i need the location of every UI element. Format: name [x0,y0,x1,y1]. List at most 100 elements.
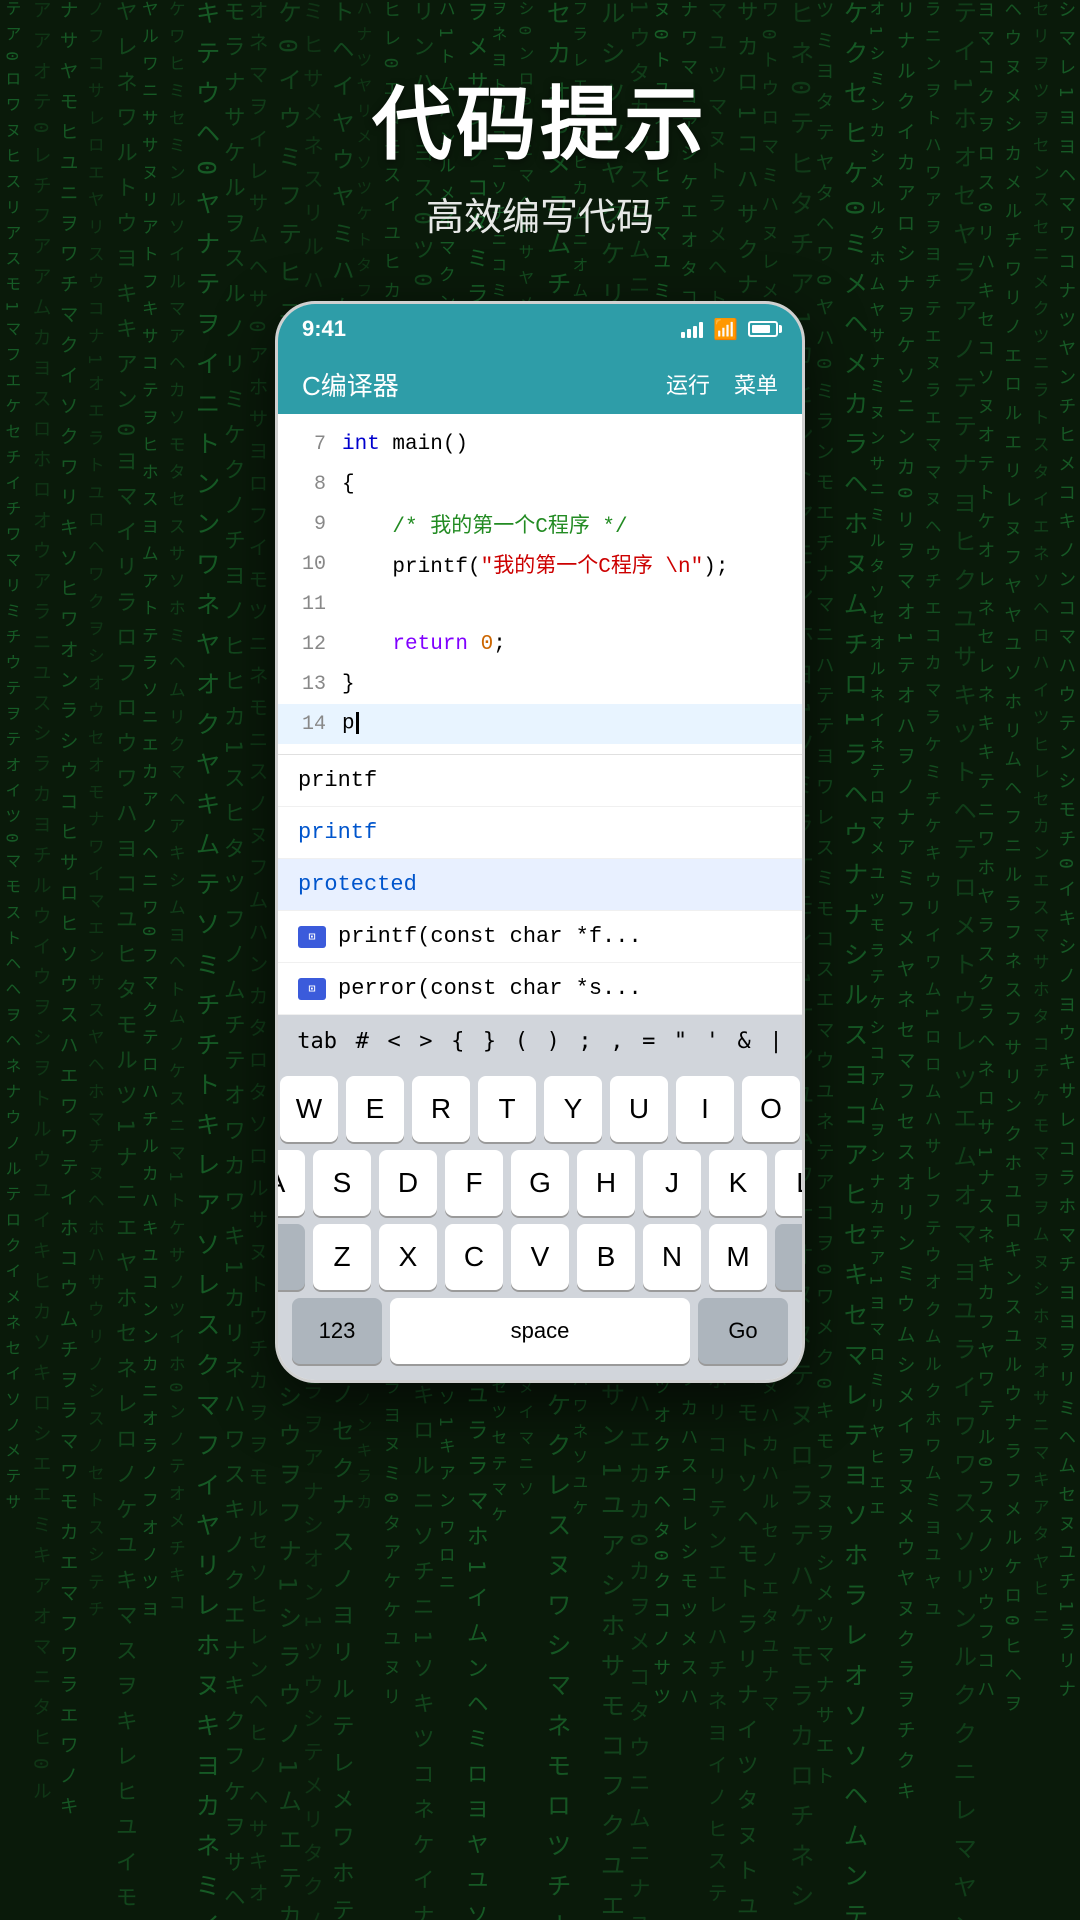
key-S[interactable]: S [313,1150,371,1216]
code-content-9: /* 我的第一个C程序 */ [342,509,794,539]
extra-keys-row: tab # < > { } ( ) ; , = " ' & | [278,1015,802,1068]
numbers-key[interactable]: 123 [292,1298,382,1364]
status-bar: 9:41 📶 [278,304,802,354]
key-L[interactable]: L [775,1150,805,1216]
key-U[interactable]: U [610,1076,668,1142]
key-W[interactable]: W [280,1076,338,1142]
extra-key-lt[interactable]: < [379,1023,408,1060]
toolbar-actions: 运行 菜单 [666,368,778,400]
key-I[interactable]: I [676,1076,734,1142]
func-icon-4: ⊡ [298,978,326,1000]
extra-key-equals[interactable]: = [634,1023,663,1060]
key-G[interactable]: G [511,1150,569,1216]
key-X[interactable]: X [379,1224,437,1290]
extra-key-semicolon[interactable]: ; [570,1023,599,1060]
line-number-8: 8 [286,473,326,496]
signal-icon [681,320,703,338]
key-A[interactable]: A [275,1150,305,1216]
key-N[interactable]: N [643,1224,701,1290]
keyboard: Q W E R T Y U I O P A S D F G H J K [278,1068,802,1380]
extra-key-squote[interactable]: ' [698,1023,727,1060]
keyboard-row-3: ⬆ Z X C V B N M ⌫ [286,1224,794,1290]
app-title: C编译器 [302,366,399,403]
key-D[interactable]: D [379,1150,437,1216]
extra-key-lparen[interactable]: ( [507,1023,536,1060]
key-K[interactable]: K [709,1150,767,1216]
wifi-icon: 📶 [713,317,738,342]
code-content-8: { [342,473,794,496]
code-lines: 7 int main() 8 { 9 /* 我的第一个C程序 */ [278,414,802,754]
code-content-7: int main() [342,433,794,456]
menu-button[interactable]: 菜单 [734,368,778,400]
key-V[interactable]: V [511,1224,569,1290]
autocomplete-label-4: perror(const char *s... [338,976,642,1001]
phone-mockup: 9:41 📶 C编译器 运行 菜单 [275,301,805,1383]
line-number-7: 7 [286,433,326,456]
key-J[interactable]: J [643,1150,701,1216]
autocomplete-item-3[interactable]: ⊡ printf(const char *f... [278,911,802,963]
line-number-9: 9 [286,513,326,536]
line-number-11: 11 [286,593,326,616]
extra-key-rparen[interactable]: ) [539,1023,568,1060]
page-content: 代码提示 高效编写代码 9:41 📶 C编译器 [0,0,1080,1920]
code-line-14: 14 p [278,704,802,744]
header-subtitle: 高效编写代码 [372,186,708,241]
key-B[interactable]: B [577,1224,635,1290]
extra-key-rbrace[interactable]: } [475,1023,504,1060]
line-number-12: 12 [286,633,326,656]
line-number-14: 14 [286,713,326,736]
key-O[interactable]: O [742,1076,800,1142]
extra-key-pipe[interactable]: | [761,1023,790,1060]
header-section: 代码提示 高效编写代码 [372,60,708,241]
extra-key-tab[interactable]: tab [289,1023,345,1060]
code-line-9: 9 /* 我的第一个C程序 */ [278,504,802,544]
func-icon-3: ⊡ [298,926,326,948]
extra-key-lbrace[interactable]: { [443,1023,472,1060]
go-key[interactable]: Go [698,1298,788,1364]
key-M[interactable]: M [709,1224,767,1290]
extra-key-amp[interactable]: & [730,1023,759,1060]
autocomplete-item-2[interactable]: protected [278,859,802,911]
code-line-10: 10 printf("我的第一个C程序 \n"); [278,544,802,584]
space-key[interactable]: space [390,1298,690,1364]
key-Y[interactable]: Y [544,1076,602,1142]
code-content-14: p [342,712,794,736]
header-title: 代码提示 [372,60,708,176]
key-E[interactable]: E [346,1076,404,1142]
key-F[interactable]: F [445,1150,503,1216]
keyboard-row-2: A S D F G H J K L [286,1150,794,1216]
key-R[interactable]: R [412,1076,470,1142]
code-line-11: 11 [278,584,802,624]
key-Z[interactable]: Z [313,1224,371,1290]
app-toolbar: C编译器 运行 菜单 [278,354,802,414]
code-content-13: } [342,673,794,696]
status-time: 9:41 [302,316,346,342]
key-T[interactable]: T [478,1076,536,1142]
keyboard-row-4: 123 space Go [286,1298,794,1364]
extra-key-dquote[interactable]: " [666,1023,695,1060]
extra-key-hash[interactable]: # [348,1023,377,1060]
autocomplete-item-4[interactable]: ⊡ perror(const char *s... [278,963,802,1015]
code-content-11 [342,593,794,616]
key-C[interactable]: C [445,1224,503,1290]
extra-key-gt[interactable]: > [411,1023,440,1060]
code-line-7: 7 int main() [278,424,802,464]
battery-icon [748,321,778,337]
keyboard-row-1: Q W E R T Y U I O P [286,1076,794,1142]
autocomplete-dropdown[interactable]: printf printf protected ⊡ printf(const c… [278,754,802,1015]
delete-key[interactable]: ⌫ [775,1224,805,1290]
autocomplete-item-0[interactable]: printf [278,755,802,807]
run-button[interactable]: 运行 [666,368,710,400]
shift-key[interactable]: ⬆ [275,1224,305,1290]
key-H[interactable]: H [577,1150,635,1216]
line-number-13: 13 [286,673,326,696]
status-icons: 📶 [681,317,778,342]
autocomplete-label-2: protected [298,872,417,897]
line-number-10: 10 [286,553,326,576]
code-line-13: 13 } [278,664,802,704]
code-editor[interactable]: 7 int main() 8 { 9 /* 我的第一个C程序 */ [278,414,802,1015]
autocomplete-item-1[interactable]: printf [278,807,802,859]
code-line-12: 12 return 0; [278,624,802,664]
code-content-12: return 0; [342,633,794,656]
extra-key-comma[interactable]: , [602,1023,631,1060]
